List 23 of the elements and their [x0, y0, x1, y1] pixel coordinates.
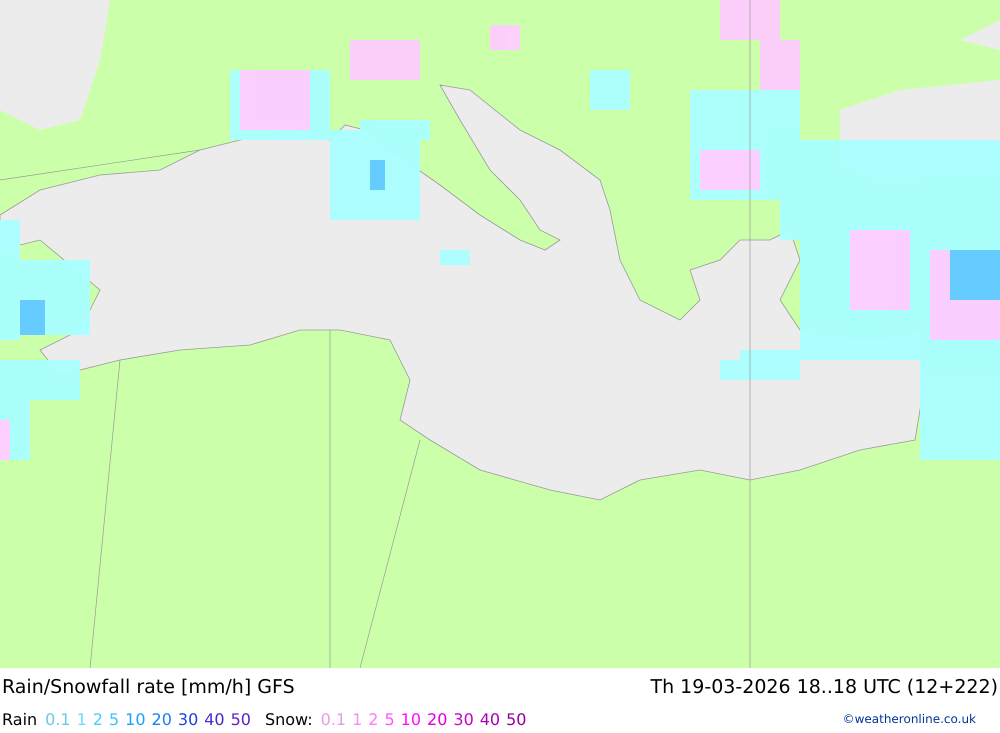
legend-value: 10 — [125, 710, 146, 728]
credit-text: ©weatheronline.co.uk — [842, 712, 976, 726]
legend-value: 30 — [453, 710, 474, 728]
legend-value: 0.1 — [320, 710, 346, 728]
legend-value: 50 — [506, 710, 526, 728]
valid-time: Th 19-03-2026 18..18 UTC (12+222) — [650, 676, 998, 698]
legend-value: 5 — [384, 710, 395, 728]
legend-value: 40 — [204, 710, 225, 728]
legend-value: 20 — [152, 710, 172, 728]
legend-value: 2 — [92, 710, 103, 728]
legend-value: 1 — [352, 710, 362, 728]
legend-value: 1 — [76, 710, 87, 728]
legend-value: 2 — [368, 710, 378, 728]
legend-value: 5 — [108, 710, 120, 728]
map-title: Rain/Snowfall rate [mm/h] GFS — [2, 676, 295, 698]
legend-label: Snow: — [264, 710, 313, 728]
legend-value: 0.1 — [45, 710, 71, 728]
legend-value: 50 — [230, 710, 251, 728]
legend-value: 40 — [480, 710, 500, 728]
legend-value: 10 — [400, 710, 422, 728]
legend-value: 30 — [178, 710, 198, 728]
legend-value: 20 — [427, 710, 448, 728]
legend-label: Rain — [2, 710, 38, 728]
